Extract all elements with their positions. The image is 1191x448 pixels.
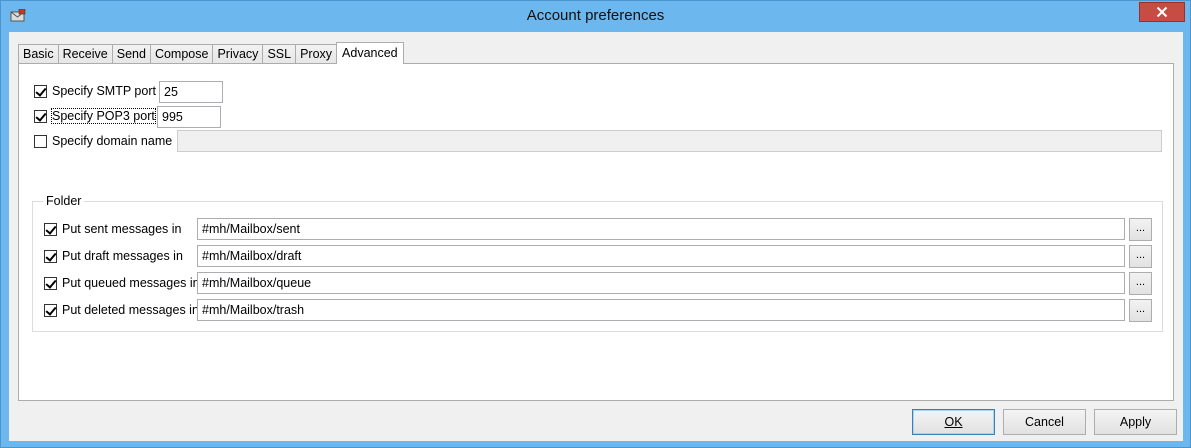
pop3-port-label: Specify POP3 port (51, 108, 156, 124)
queued-folder-input[interactable]: #mh/Mailbox/queue (197, 272, 1125, 294)
window-title: Account preferences (526, 7, 665, 24)
title-bar: Account preferences (1, 1, 1190, 32)
close-icon (1156, 6, 1168, 18)
tab-basic[interactable]: Basic (18, 44, 59, 64)
draft-folder-input[interactable]: #mh/Mailbox/draft (197, 245, 1125, 267)
tab-compose[interactable]: Compose (149, 44, 214, 64)
domain-name-label: Specify domain name (52, 134, 173, 148)
smtp-port-label: Specify SMTP port (52, 84, 156, 98)
deleted-folder-label: Put deleted messages in (62, 303, 199, 317)
sent-folder-checkbox[interactable] (44, 223, 57, 236)
tab-receive[interactable]: Receive (57, 44, 113, 64)
tab-advanced[interactable]: Advanced (336, 42, 404, 64)
sent-folder-label: Put sent messages in (62, 222, 182, 236)
smtp-port-input[interactable]: 25 (159, 81, 223, 103)
dialog-window: Account preferences Basic Receive Send C… (0, 0, 1191, 448)
deleted-folder-browse-button[interactable]: ... (1129, 299, 1152, 322)
queued-folder-label: Put queued messages in (62, 276, 200, 290)
cancel-button[interactable]: Cancel (1003, 409, 1086, 435)
tab-privacy[interactable]: Privacy (212, 44, 264, 64)
deleted-folder-checkbox[interactable] (44, 304, 57, 317)
ok-button[interactable]: OK (912, 409, 995, 435)
queued-folder-checkbox[interactable] (44, 277, 57, 290)
draft-folder-label: Put draft messages in (62, 249, 183, 263)
tab-ssl[interactable]: SSL (262, 44, 297, 64)
apply-button[interactable]: Apply (1094, 409, 1177, 435)
draft-folder-browse-button[interactable]: ... (1129, 245, 1152, 268)
tab-strip: Basic Receive Send Compose Privacy SSL P… (18, 42, 404, 64)
tab-proxy[interactable]: Proxy (295, 44, 338, 64)
ok-button-label: OK (944, 415, 963, 429)
sent-folder-input[interactable]: #mh/Mailbox/sent (197, 218, 1125, 240)
domain-name-input[interactable] (177, 130, 1162, 152)
folder-groupbox: Folder Put sent messages in #mh/Mailbox/… (32, 194, 1163, 332)
smtp-port-checkbox[interactable] (34, 85, 47, 98)
pop3-port-input[interactable]: 995 (157, 106, 221, 128)
folder-group-title: Folder (43, 194, 85, 208)
deleted-folder-input[interactable]: #mh/Mailbox/trash (197, 299, 1125, 321)
advanced-tab-panel: Specify SMTP port 25 Specify POP3 port 9… (18, 63, 1174, 401)
domain-name-checkbox[interactable] (34, 135, 47, 148)
sent-folder-browse-button[interactable]: ... (1129, 218, 1152, 241)
queued-folder-browse-button[interactable]: ... (1129, 272, 1152, 295)
close-button[interactable] (1139, 2, 1185, 22)
dialog-client-area: Basic Receive Send Compose Privacy SSL P… (9, 32, 1183, 441)
draft-folder-checkbox[interactable] (44, 250, 57, 263)
tab-send[interactable]: Send (111, 44, 151, 64)
pop3-port-checkbox[interactable] (34, 110, 47, 123)
